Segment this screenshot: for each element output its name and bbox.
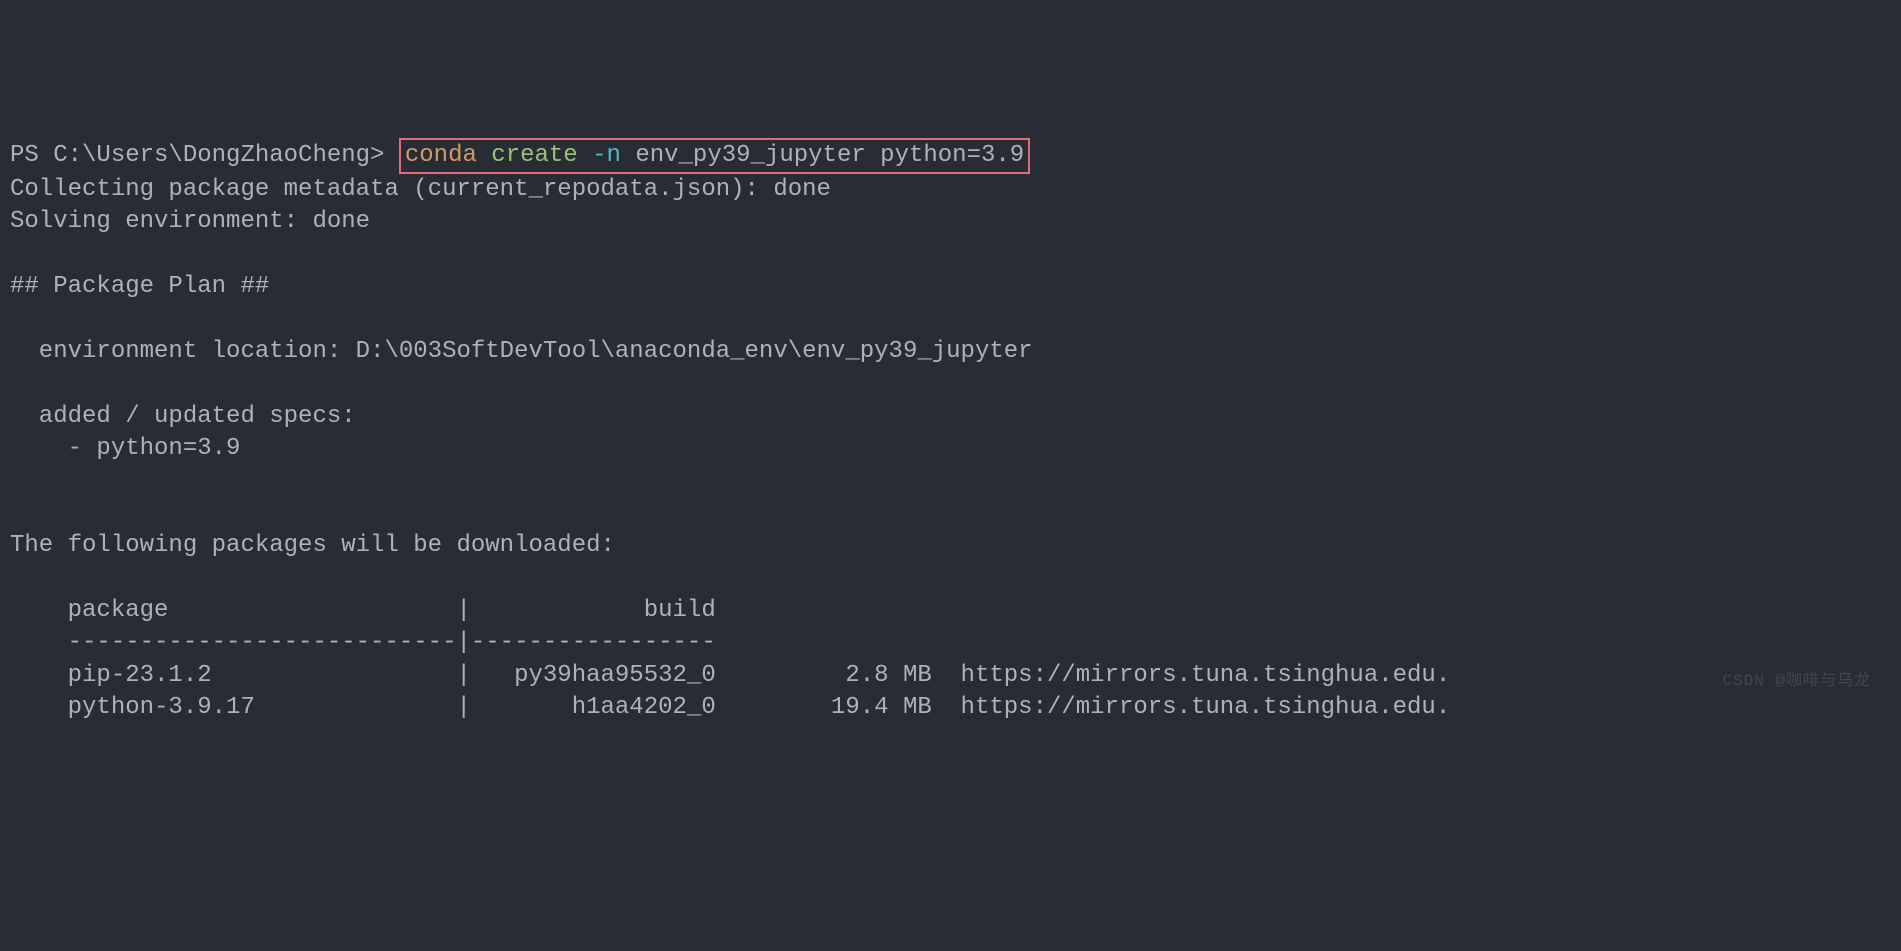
output-line: python-3.9.17 | h1aa4202_0 19.4 MB https… — [10, 694, 1450, 721]
output-line: package | build — [10, 597, 716, 624]
output-line: - python=3.9 — [10, 435, 240, 462]
output-line: Solving environment: done — [10, 208, 370, 235]
cmd-name: conda — [405, 142, 477, 169]
output-line: The following packages will be downloade… — [10, 532, 615, 559]
cmd-flag: -n — [592, 142, 621, 169]
cmd-args: env_py39_jupyter python=3.9 — [621, 142, 1024, 169]
output-line: ---------------------------|------------… — [10, 629, 716, 656]
watermark-text: CSDN @咖啡与乌龙 — [1722, 671, 1871, 693]
output-line: Collecting package metadata (current_rep… — [10, 176, 831, 203]
output-line: ## Package Plan ## — [10, 273, 269, 300]
prompt-prefix: PS C:\Users\DongZhaoCheng> — [10, 142, 399, 169]
output-line: added / updated specs: — [10, 403, 356, 430]
highlighted-command: conda create -n env_py39_jupyter python=… — [399, 138, 1030, 174]
output-line: environment location: D:\003SoftDevTool\… — [10, 338, 1033, 365]
output-line: pip-23.1.2 | py39haa95532_0 2.8 MB https… — [10, 662, 1450, 689]
terminal-window[interactable]: PS C:\Users\DongZhaoCheng> conda create … — [10, 138, 1891, 725]
cmd-subcommand: create — [477, 142, 592, 169]
